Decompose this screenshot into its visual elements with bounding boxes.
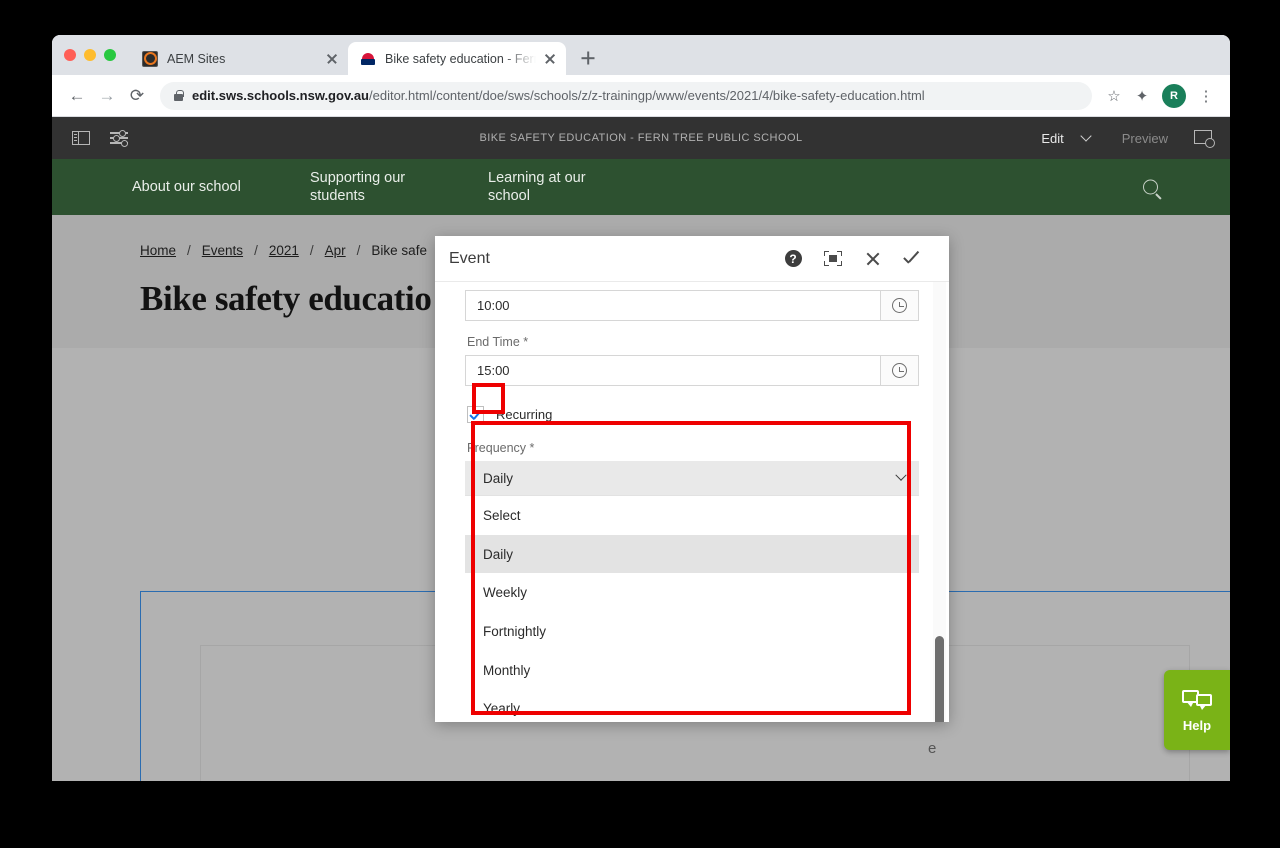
event-dialog: Event ? 10:00 End Time * 15:00 Recurring… [435,236,949,722]
fullscreen-button[interactable] [813,239,853,279]
end-time-label: End Time * [467,335,529,349]
avatar[interactable]: R [1162,83,1186,108]
search-icon[interactable] [1143,179,1158,195]
minimize-window-button[interactable] [84,49,96,61]
aem-icon [142,50,158,67]
browser-menu-icon[interactable]: ⋮ [1192,82,1220,110]
frequency-label: Frequency * [467,441,535,455]
edit-mode-button[interactable]: Edit [1035,131,1069,146]
url-host: edit.sws.schools.nsw.gov.au [192,88,369,103]
recurring-label: Recurring [496,407,553,422]
frequency-options-list: Select Daily Weekly Fortnightly Monthly … [465,495,919,722]
window-controls [64,49,116,61]
frequency-option-weekly[interactable]: Weekly [465,573,919,613]
close-icon [865,251,881,267]
dialog-header: Event ? [435,236,949,282]
end-time-row: 15:00 [465,355,919,386]
cancel-button[interactable] [853,239,893,279]
address-bar[interactable]: edit.sws.schools.nsw.gov.au/editor.html/… [160,81,1092,110]
nav-label-line2: students [310,188,365,204]
frequency-option-select[interactable]: Select [465,496,919,535]
check-icon [904,252,922,266]
breadcrumb: Home / Events / 2021 / Apr / Bike safe [140,243,427,258]
recurring-checkbox[interactable] [467,406,484,423]
new-tab-button[interactable] [574,44,602,72]
side-panel-toggle-button[interactable] [68,125,94,151]
nav-label-line1: Learning at our [488,169,586,186]
frequency-selected-value: Daily [483,470,514,486]
clock-icon [892,363,907,378]
frequency-option-fortnightly[interactable]: Fortnightly [465,612,919,651]
content-text-fragment: e [928,740,937,757]
breadcrumb-separator: / [254,243,258,258]
nav-item-supporting-our-students[interactable]: Supporting our students [310,169,488,205]
end-time-picker-button[interactable] [881,355,919,386]
maximize-window-button[interactable] [104,49,116,61]
aem-toolbar-right: Edit Preview [1035,129,1215,148]
start-time-input[interactable]: 10:00 [465,290,881,321]
frequency-select[interactable]: Daily [465,461,919,495]
site-navigation: About our school Supporting our students… [52,159,1230,215]
breadcrumb-separator: / [309,243,314,258]
aem-editor-toolbar: BIKE SAFETY EDUCATION - FERN TREE PUBLIC… [52,117,1230,159]
chevron-down-icon[interactable] [1080,130,1092,142]
page-properties-button[interactable] [106,125,132,151]
nav-label-line2: school [488,188,530,204]
reload-icon[interactable]: ⟳ [122,81,152,111]
nav-item-learning-at-our-school[interactable]: Learning at our school [488,169,666,205]
help-button[interactable]: ? [773,239,813,279]
breadcrumb-item-apr[interactable]: Apr [325,243,346,258]
nav-label-line1: Supporting our [310,169,406,186]
help-icon: ? [784,250,802,267]
dialog-title: Event [449,249,490,267]
frequency-field: Frequency * Daily Select Daily Weekly Fo… [465,441,919,722]
dialog-scrollbar-thumb[interactable] [935,636,944,722]
sliders-icon [110,130,128,146]
chevron-down-icon [895,469,907,481]
fullscreen-icon [824,251,842,266]
help-label: Help [1182,717,1212,733]
url-path: /editor.html/content/doe/sws/schools/z/z… [369,88,925,103]
start-time-picker-button[interactable] [881,290,919,321]
end-time-input[interactable]: 15:00 [465,355,881,386]
close-icon[interactable] [324,51,340,67]
chat-bubble-icon [1182,688,1212,712]
breadcrumb-separator: / [187,243,191,258]
dialog-body: 10:00 End Time * 15:00 Recurring Frequen… [435,282,949,722]
lock-icon [174,89,184,101]
recurring-row: Recurring [465,406,919,423]
start-time-row: 10:00 [465,290,919,321]
frequency-option-yearly[interactable]: Yearly [465,689,919,722]
browser-toolbar: ← → ⟳ edit.sws.schools.nsw.gov.au/editor… [52,75,1230,117]
tab-title: Bike safety education - Fern Tr [385,51,536,66]
browser-tab-bike-safety[interactable]: Bike safety education - Fern Tr [348,42,566,75]
breadcrumb-separator: / [356,243,361,258]
nav-item-about-our-school[interactable]: About our school [132,178,310,196]
panel-icon [72,131,90,145]
page-title: Bike safety educatio [140,279,432,318]
close-window-button[interactable] [64,49,76,61]
bookmark-star-icon[interactable]: ☆ [1100,82,1128,110]
clock-icon [892,298,907,313]
browser-window: AEM Sites Bike safety education - Fern T… [52,35,1230,781]
nsw-waratah-icon [360,51,376,67]
forward-icon[interactable]: → [92,81,122,111]
browser-tab-strip: AEM Sites Bike safety education - Fern T… [52,35,1230,75]
frequency-option-monthly[interactable]: Monthly [465,650,919,690]
breadcrumb-item-home[interactable]: Home [140,243,176,258]
annotate-icon[interactable] [1194,129,1215,148]
close-icon[interactable] [542,51,558,67]
breadcrumb-item-current: Bike safe [371,243,427,258]
nav-label: About our school [132,178,241,195]
confirm-button[interactable] [893,239,933,279]
preview-button[interactable]: Preview [1108,131,1182,146]
breadcrumb-item-2021[interactable]: 2021 [269,243,299,258]
frequency-option-daily[interactable]: Daily [465,534,919,574]
extensions-icon[interactable]: ✦ [1128,82,1156,110]
tab-title: AEM Sites [167,51,226,66]
browser-tab-aem-sites[interactable]: AEM Sites [130,42,348,75]
back-icon[interactable]: ← [62,81,92,111]
breadcrumb-item-events[interactable]: Events [202,243,243,258]
help-widget-button[interactable]: Help [1164,670,1230,750]
